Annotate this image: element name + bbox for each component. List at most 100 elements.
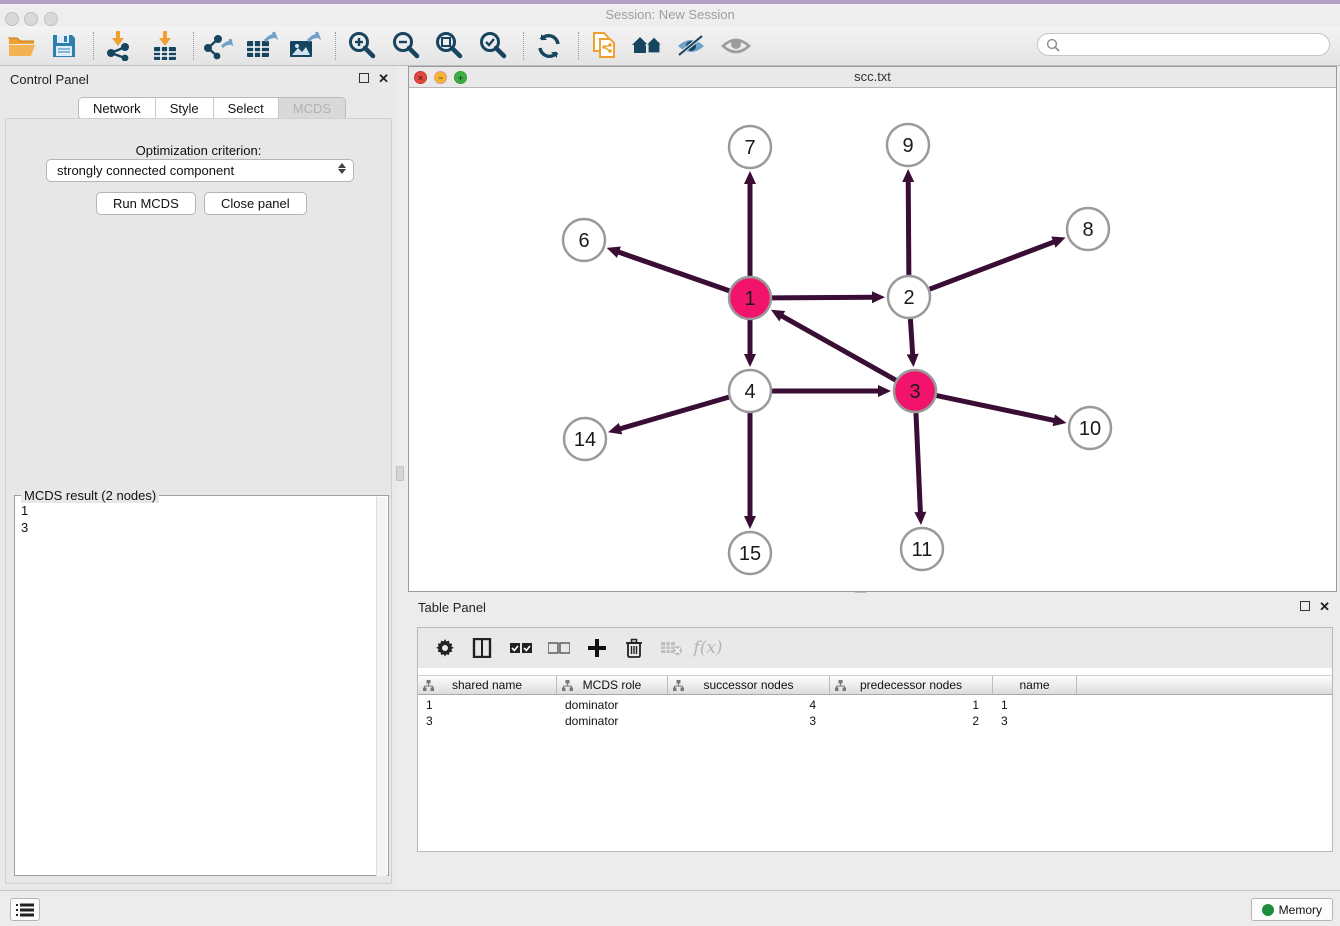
delete-table-icon [656, 633, 688, 663]
edge-arrowhead [608, 423, 622, 435]
home-view-icon[interactable] [631, 31, 665, 61]
task-menu-button[interactable] [10, 898, 40, 921]
minimize-network-icon[interactable]: − [434, 71, 447, 84]
select-all-rows-icon[interactable] [505, 633, 537, 663]
node-label-10: 10 [1079, 418, 1101, 440]
zoom-network-icon[interactable]: + [454, 71, 467, 84]
column-label: shared name [452, 678, 522, 692]
edge-3-1[interactable] [780, 315, 895, 380]
zoom-selected-icon[interactable] [476, 31, 510, 61]
open-session-icon[interactable] [5, 31, 39, 61]
mcds-result-title: MCDS result (2 nodes) [21, 488, 159, 503]
edge-arrowhead [907, 354, 919, 367]
tab-select[interactable]: Select [213, 98, 278, 119]
edge-arrowhead [744, 171, 756, 184]
column-header-predecessor-nodes[interactable]: predecessor nodes [830, 676, 993, 694]
edge-arrowhead [1051, 237, 1065, 248]
optimization-dropdown[interactable]: strongly connected component [46, 159, 354, 182]
column-type-icon [835, 680, 846, 691]
import-table-icon[interactable] [148, 31, 182, 61]
hide-selected-icon[interactable] [674, 31, 708, 61]
export-image-icon[interactable] [288, 31, 322, 61]
deselect-all-rows-icon[interactable] [543, 633, 575, 663]
network-canvas[interactable]: 7968124314101511 [409, 88, 1336, 591]
search-input[interactable] [1037, 33, 1330, 56]
toolbar-separator [335, 32, 336, 60]
edge-arrowhead [872, 291, 885, 303]
edge-4-14[interactable] [619, 397, 729, 429]
result-scrollbar[interactable] [376, 497, 387, 876]
table-cell: 1 [993, 697, 1077, 713]
control-panel-title: Control Panel [10, 72, 89, 87]
column-header-successor-nodes[interactable]: successor nodes [668, 676, 830, 694]
edge-1-2[interactable] [772, 297, 874, 298]
table-row[interactable]: 1dominator411 [418, 697, 1332, 713]
zoom-out-icon[interactable] [389, 31, 423, 61]
minimize-window-icon[interactable] [24, 12, 38, 26]
mcds-app-icon[interactable] [588, 31, 622, 61]
edge-2-9[interactable] [908, 180, 909, 275]
node-label-9: 9 [902, 135, 913, 157]
column-label: name [1019, 678, 1049, 692]
float-panel-icon[interactable] [359, 73, 369, 83]
zoom-in-icon[interactable] [345, 31, 379, 61]
column-label: successor nodes [703, 678, 793, 692]
edge-2-8[interactable] [930, 241, 1056, 289]
table-cell: dominator [557, 713, 668, 729]
table-row[interactable]: 3dominator323 [418, 713, 1332, 729]
column-visibility-icon[interactable] [466, 633, 498, 663]
node-label-4: 4 [744, 381, 755, 403]
save-session-icon[interactable] [47, 31, 81, 61]
show-all-icon[interactable] [719, 31, 753, 61]
refresh-layout-icon[interactable] [532, 31, 566, 61]
dropdown-value: strongly connected component [57, 163, 234, 178]
network-window-titlebar[interactable]: × − + scc.txt [409, 67, 1336, 88]
settings-gear-icon[interactable] [429, 633, 461, 663]
add-column-icon[interactable] [581, 633, 613, 663]
column-header-name[interactable]: name [993, 676, 1077, 694]
node-label-3: 3 [909, 381, 920, 403]
mcds-result-lines: 13 [21, 502, 28, 536]
float-table-panel-icon[interactable] [1300, 601, 1310, 611]
list-menu-icon [16, 903, 34, 917]
result-line: 1 [21, 502, 28, 519]
main-toolbar [0, 26, 1340, 66]
function-builder-icon: f(x) [692, 633, 724, 663]
edge-1-6[interactable] [617, 252, 729, 291]
table-cell: 3 [418, 713, 557, 729]
table-toolbar: f(x) [418, 628, 1332, 668]
maximize-window-icon[interactable] [44, 12, 58, 26]
zoom-fit-icon[interactable] [432, 31, 466, 61]
node-table-content: f(x) shared name MCDS role successor nodes… [417, 627, 1333, 852]
close-window-icon[interactable] [5, 12, 19, 26]
tab-style[interactable]: Style [155, 98, 213, 119]
column-header-shared-name[interactable]: shared name [418, 676, 557, 694]
import-network-icon[interactable] [101, 31, 135, 61]
export-network-icon[interactable] [201, 31, 235, 61]
close-panel-button[interactable]: Close panel [204, 192, 307, 215]
edge-arrowhead [744, 354, 756, 367]
edge-arrowhead [1053, 414, 1067, 426]
column-header-MCDS-role[interactable]: MCDS role [557, 676, 668, 694]
delete-column-icon[interactable] [618, 633, 650, 663]
close-panel-icon[interactable]: ✕ [378, 73, 389, 84]
close-network-icon[interactable]: × [414, 71, 427, 84]
tab-mcds[interactable]: MCDS [278, 98, 345, 119]
edge-3-11[interactable] [916, 413, 920, 514]
close-table-panel-icon[interactable]: ✕ [1319, 601, 1330, 612]
table-cell: dominator [557, 697, 668, 713]
toolbar-separator [193, 32, 194, 60]
edge-2-3[interactable] [910, 319, 912, 356]
optimization-label: Optimization criterion: [6, 143, 391, 158]
mcds-result-box: MCDS result (2 nodes) 13 [14, 495, 389, 876]
control-panel-tabs: NetworkStyleSelectMCDS [78, 97, 346, 120]
splitter-handle-vertical[interactable] [396, 466, 404, 481]
tab-network[interactable]: Network [79, 98, 155, 119]
node-label-15: 15 [739, 543, 761, 565]
edge-3-10[interactable] [937, 396, 1056, 421]
memory-button[interactable]: Memory [1251, 898, 1333, 921]
run-mcds-button[interactable]: Run MCDS [96, 192, 196, 215]
mcds-panel: Optimization criterion: strongly connect… [5, 118, 392, 884]
export-table-icon[interactable] [245, 31, 279, 61]
network-window-title: scc.txt [409, 67, 1336, 87]
